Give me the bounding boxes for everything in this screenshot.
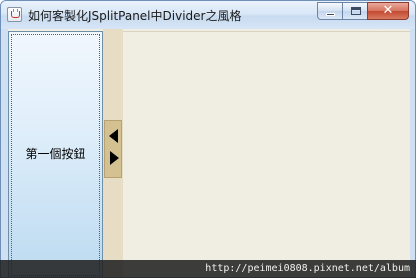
maximize-button[interactable] bbox=[342, 2, 368, 20]
title-bar[interactable]: 如何客製化JSplitPanel中Divider之風格 ✕ bbox=[1, 1, 415, 29]
close-button[interactable]: ✕ bbox=[367, 2, 409, 20]
triangle-right-icon[interactable] bbox=[110, 151, 119, 165]
right-pane bbox=[123, 31, 410, 277]
first-button[interactable]: 第一個按鈕 bbox=[8, 31, 103, 277]
maximize-icon bbox=[351, 7, 361, 15]
minimize-button[interactable] bbox=[317, 2, 343, 20]
watermark: http://peimei0808.pixnet.net/album bbox=[0, 260, 416, 278]
window-title: 如何客製化JSplitPanel中Divider之風格 bbox=[28, 9, 242, 23]
triangle-left-icon[interactable] bbox=[109, 129, 118, 143]
split-pane: 第一個按鈕 bbox=[8, 29, 410, 277]
caption-buttons: ✕ bbox=[317, 2, 409, 20]
divider-grip bbox=[104, 120, 122, 178]
close-icon: ✕ bbox=[382, 3, 394, 18]
split-pane-divider[interactable] bbox=[103, 29, 123, 277]
first-button-label: 第一個按鈕 bbox=[25, 147, 86, 161]
minimize-icon bbox=[326, 13, 335, 16]
java-app-icon[interactable] bbox=[7, 7, 22, 22]
application-window: 如何客製化JSplitPanel中Divider之風格 ✕ 第一個按鈕 bbox=[0, 0, 416, 278]
